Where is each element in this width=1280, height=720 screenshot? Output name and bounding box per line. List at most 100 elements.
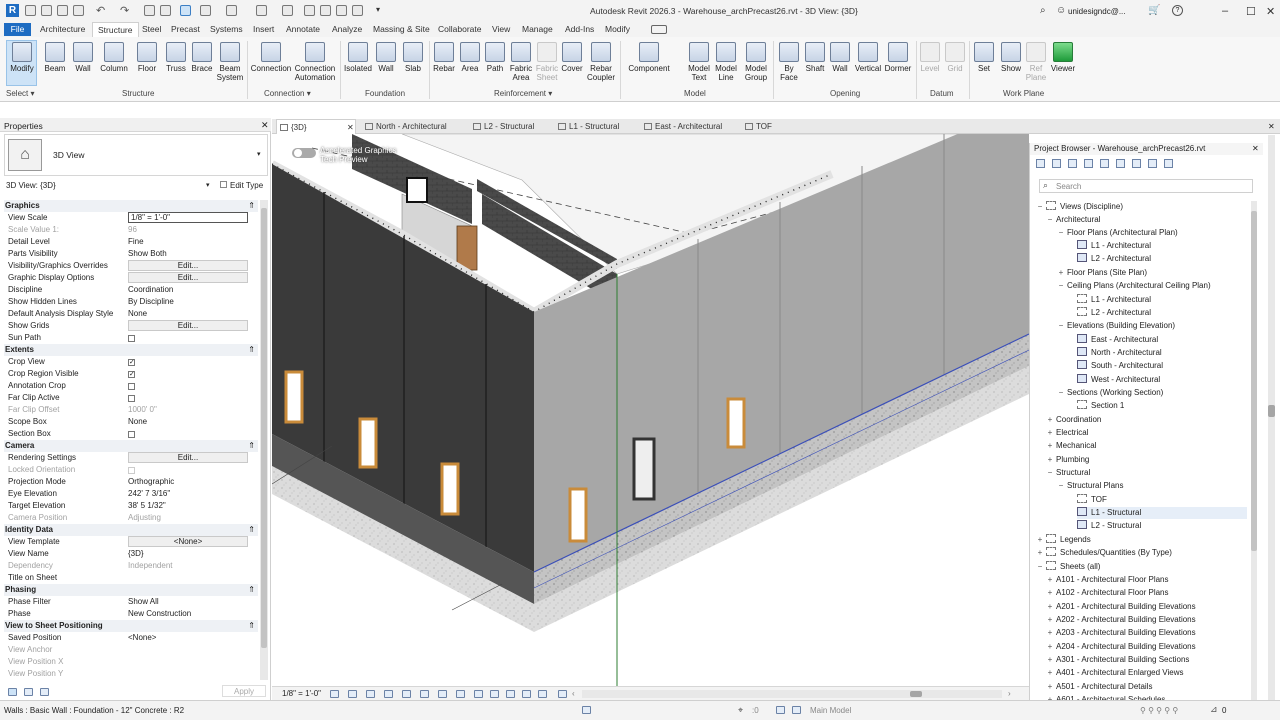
highlight-displacement-icon[interactable] (538, 690, 547, 698)
editable-only-icon[interactable]: ⌖ (738, 705, 743, 716)
browser-tool-icon[interactable] (1052, 159, 1061, 168)
title-on-sheet-value[interactable] (128, 572, 248, 584)
type-dropdown-icon[interactable]: ▾ (257, 150, 261, 158)
detail-level-value[interactable]: Fine (128, 236, 248, 248)
tree-views-discipline[interactable]: − Views (Discipline) (1038, 201, 1123, 213)
browser-search-input[interactable]: Search (1039, 179, 1253, 193)
tree-east-architectural[interactable]: East - Architectural (1077, 334, 1158, 346)
default-3d-icon[interactable] (282, 5, 293, 16)
properties-scrollbar[interactable] (260, 200, 268, 680)
tree-architectural[interactable]: − Architectural (1048, 214, 1101, 226)
tab-analyze[interactable]: Analyze (332, 24, 362, 34)
wall-button[interactable]: Wall (70, 42, 96, 73)
user-icon[interactable]: ☺ (1056, 5, 1066, 16)
sync-icon[interactable] (57, 5, 68, 16)
tab-systems[interactable]: Systems (210, 24, 243, 34)
tree-coordination[interactable]: + Coordination (1048, 414, 1102, 426)
isolated-button[interactable]: Isolated (342, 42, 374, 73)
group-reinforcement[interactable]: Reinforcement ▾ (494, 89, 552, 98)
tree-structural[interactable]: − Structural (1048, 467, 1091, 479)
text-icon[interactable] (256, 5, 267, 16)
annotation-crop-checkbox[interactable] (128, 383, 135, 390)
wall-foundation-button[interactable]: Wall (374, 42, 398, 73)
tree-l1-structural[interactable]: L1 - Structural (1077, 507, 1247, 519)
shadows-icon[interactable] (384, 690, 393, 698)
connection-automation-button[interactable]: Connection Automation (292, 42, 338, 82)
instance-selector[interactable]: 3D View: {3D} ▾ (4, 181, 214, 193)
select-links-icon[interactable] (8, 688, 17, 696)
set-button[interactable]: Set (972, 42, 996, 73)
tree-tof[interactable]: TOF (1077, 494, 1107, 506)
modify-tools-icon[interactable] (180, 5, 191, 16)
tree-sheet-a201[interactable]: + A201 - Architectural Building Elevation… (1048, 601, 1196, 613)
model-group-button[interactable]: Model Group (742, 42, 770, 82)
main-model-select[interactable]: Main Model (810, 706, 851, 715)
browser-tool-icon[interactable] (1084, 159, 1093, 168)
scope-box-value[interactable]: None (128, 416, 248, 428)
tree-sheet-a204[interactable]: + A204 - Architectural Building Elevation… (1048, 641, 1196, 653)
print-icon[interactable] (144, 5, 155, 16)
graphic-display-edit-button[interactable]: Edit... (128, 272, 248, 283)
thin-lines-icon[interactable] (320, 5, 331, 16)
aligned-dimension-icon[interactable] (200, 5, 211, 16)
view-template-button[interactable]: <None> (128, 536, 248, 547)
crop-view-checkbox[interactable] (128, 357, 135, 369)
crop-region-checkbox[interactable] (128, 369, 135, 381)
select-pinned-icon[interactable] (40, 688, 49, 696)
tab-3d-view[interactable]: {3D} ✕ (276, 119, 356, 134)
revit-logo-icon[interactable]: R (6, 4, 19, 17)
tab-manage[interactable]: Manage (522, 24, 553, 34)
parts-visibility-value[interactable]: Show Both (128, 248, 248, 260)
type-selector[interactable]: ⌂ 3D View ▾ (4, 134, 268, 176)
truss-button[interactable]: Truss (163, 42, 189, 73)
cart-icon[interactable]: 🛒 (1148, 5, 1160, 16)
tree-electrical[interactable]: + Electrical (1048, 427, 1089, 439)
browser-scrollbar[interactable] (1251, 201, 1257, 701)
fabric-area-button[interactable]: Fabric Area (508, 42, 534, 82)
select-underlay-icon[interactable] (24, 688, 33, 696)
tab-l1-structural[interactable]: L1 - Structural (555, 119, 619, 134)
worksharing-icon[interactable] (582, 706, 591, 714)
crop-view-icon[interactable] (420, 690, 429, 698)
browser-tool-icon[interactable] (1164, 159, 1173, 168)
instance-dropdown-icon[interactable]: ▾ (206, 181, 210, 189)
tree-mechanical[interactable]: + Mechanical (1048, 440, 1097, 452)
main-model-icon[interactable] (792, 706, 801, 714)
tree-l1-architectural[interactable]: L1 - Architectural (1077, 240, 1151, 252)
switch-windows-icon[interactable] (352, 5, 363, 16)
browser-tool-icon[interactable] (1132, 159, 1141, 168)
vg-edit-button[interactable]: Edit... (128, 260, 248, 271)
wall-opening-button[interactable]: Wall (828, 42, 852, 73)
connection-button[interactable]: Connection (249, 42, 293, 73)
by-face-button[interactable]: By Face (776, 42, 802, 82)
reveal-constraints-icon[interactable] (558, 690, 567, 698)
collapse-icon[interactable]: ⇑ (248, 584, 255, 596)
viewer-button[interactable]: Viewer (1048, 42, 1078, 73)
lock-3d-icon[interactable] (456, 690, 465, 698)
tree-elevations[interactable]: − Elevations (Building Elevation) (1059, 320, 1175, 332)
tab-steel[interactable]: Steel (142, 24, 161, 34)
browser-tool-icon[interactable] (1036, 159, 1045, 168)
tree-ceiling-l2[interactable]: L2 - Architectural (1077, 307, 1151, 319)
horizontal-scrollbar[interactable] (582, 690, 1002, 698)
tab-architecture[interactable]: Architecture (40, 24, 85, 34)
model-line-button[interactable]: Model Line (712, 42, 740, 82)
hidden-lines-value[interactable]: By Discipline (128, 296, 248, 308)
tree-sheet-a401[interactable]: + A401 - Architectural Enlarged Views (1048, 667, 1184, 679)
crop-region-icon[interactable] (438, 690, 447, 698)
scroll-right-icon[interactable]: › (1008, 689, 1011, 698)
projection-value[interactable]: Orthographic (128, 476, 248, 488)
redo-icon[interactable]: ↷ (120, 4, 129, 17)
tab-file[interactable]: File (4, 23, 31, 36)
category-sheet-positioning[interactable]: View to Sheet Positioning ⇑ (4, 620, 258, 632)
tab-insert[interactable]: Insert (253, 24, 274, 34)
phase-filter-value[interactable]: Show All (128, 596, 248, 608)
visual-style-icon[interactable] (348, 690, 357, 698)
level-button[interactable]: Level (918, 42, 942, 73)
tree-sheet-a203[interactable]: + A203 - Architectural Building Elevation… (1048, 627, 1196, 639)
browser-tool-icon[interactable] (1100, 159, 1109, 168)
temp-view-properties-icon[interactable] (506, 690, 515, 698)
tree-south-architectural[interactable]: South - Architectural (1077, 360, 1163, 372)
discipline-value[interactable]: Coordination (128, 284, 248, 296)
group-connection[interactable]: Connection ▾ (264, 89, 311, 98)
